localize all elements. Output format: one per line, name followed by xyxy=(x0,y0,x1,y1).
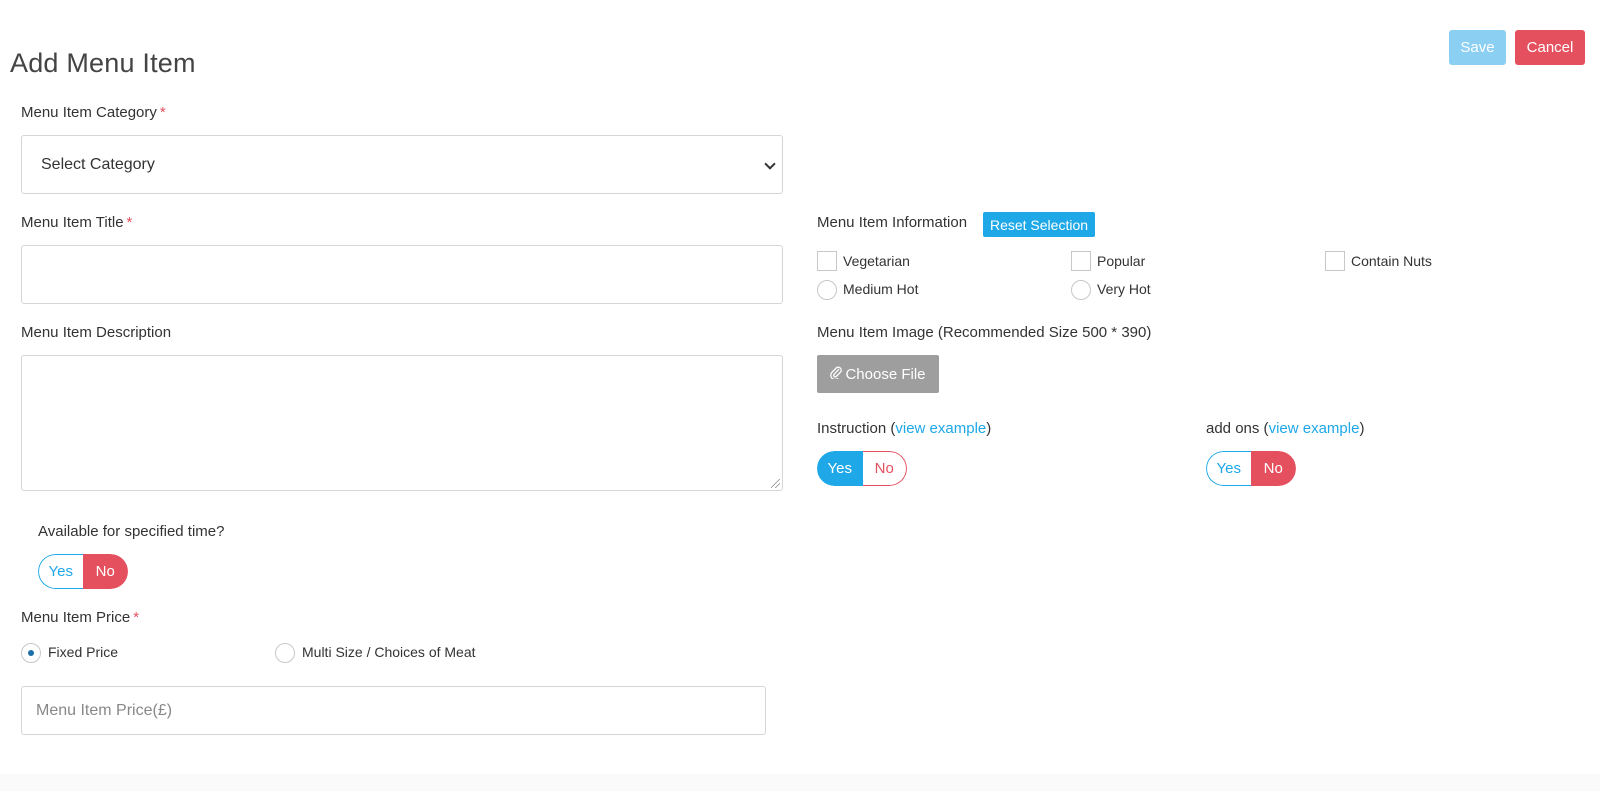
chevron-down-icon xyxy=(764,158,776,170)
choose-file-button[interactable]: Choose File xyxy=(817,355,939,393)
availability-yes-button[interactable]: Yes xyxy=(38,554,83,589)
title-label-text: Menu Item Title xyxy=(21,214,124,231)
availability-no-button[interactable]: No xyxy=(82,554,128,589)
price-label: Menu Item Price * xyxy=(21,609,139,626)
fixed-price-label: Fixed Price xyxy=(48,644,119,660)
medium-hot-label: Medium Hot xyxy=(843,281,919,297)
vegetarian-label: Vegetarian xyxy=(843,253,910,269)
availability-toggle[interactable]: Yes No xyxy=(38,554,128,589)
popular-checkbox[interactable] xyxy=(1071,251,1091,271)
title-label: Menu Item Title * xyxy=(21,214,132,231)
multi-size-label: Multi Size / Choices of Meat xyxy=(302,644,476,660)
required-mark: * xyxy=(126,214,133,231)
very-hot-radio[interactable] xyxy=(1071,280,1091,300)
addons-label-text: add ons xyxy=(1206,420,1260,437)
category-label-text: Menu Item Category xyxy=(21,104,157,121)
vegetarian-checkbox[interactable] xyxy=(817,251,837,271)
price-input-placeholder: Menu Item Price(£) xyxy=(36,701,173,719)
required-mark: * xyxy=(133,609,140,626)
very-hot-label: Very Hot xyxy=(1097,281,1151,297)
footer-band xyxy=(0,774,1600,791)
instruction-no-button[interactable]: No xyxy=(862,451,907,486)
choose-file-label: Choose File xyxy=(845,365,926,383)
multi-size-radio[interactable] xyxy=(275,643,295,663)
resize-handle-icon[interactable] xyxy=(771,479,780,488)
category-label: Menu Item Category * xyxy=(21,104,166,121)
availability-label: Available for specified time? xyxy=(38,523,225,540)
fixed-price-radio[interactable] xyxy=(21,643,41,663)
contain-nuts-checkbox[interactable] xyxy=(1325,251,1345,271)
instruction-label-text: Instruction xyxy=(817,420,887,437)
cancel-button[interactable]: Cancel xyxy=(1515,30,1585,65)
popular-label: Popular xyxy=(1097,253,1146,269)
contain-nuts-label: Contain Nuts xyxy=(1351,253,1432,269)
price-input[interactable]: Menu Item Price(£) xyxy=(21,686,766,735)
page-title: Add Menu Item xyxy=(10,48,196,78)
paperclip-icon xyxy=(830,365,843,383)
addons-label: add ons (view example) xyxy=(1206,420,1365,437)
category-select[interactable]: Select Category xyxy=(21,135,783,194)
instruction-view-example-link[interactable]: view example xyxy=(895,420,986,437)
addons-toggle[interactable]: Yes No xyxy=(1206,451,1296,486)
save-button[interactable]: Save xyxy=(1449,30,1506,65)
description-label: Menu Item Description xyxy=(21,324,172,341)
reset-selection-button[interactable]: Reset Selection xyxy=(983,212,1095,237)
instruction-label: Instruction (view example) xyxy=(817,420,992,437)
category-select-value: Select Category xyxy=(41,155,155,173)
instruction-toggle[interactable]: Yes No xyxy=(817,451,907,486)
title-input[interactable] xyxy=(21,245,783,304)
medium-hot-radio[interactable] xyxy=(817,280,837,300)
instruction-yes-button[interactable]: Yes xyxy=(817,451,863,486)
description-textarea[interactable] xyxy=(21,355,783,491)
required-mark: * xyxy=(159,104,166,121)
addons-view-example-link[interactable]: view example xyxy=(1269,420,1360,437)
addons-yes-button[interactable]: Yes xyxy=(1206,451,1251,486)
info-label: Menu Item Information xyxy=(817,214,968,231)
price-label-text: Menu Item Price xyxy=(21,609,131,626)
image-label: Menu Item Image (Recommended Size 500 * … xyxy=(817,324,1152,341)
addons-no-button[interactable]: No xyxy=(1250,451,1296,486)
